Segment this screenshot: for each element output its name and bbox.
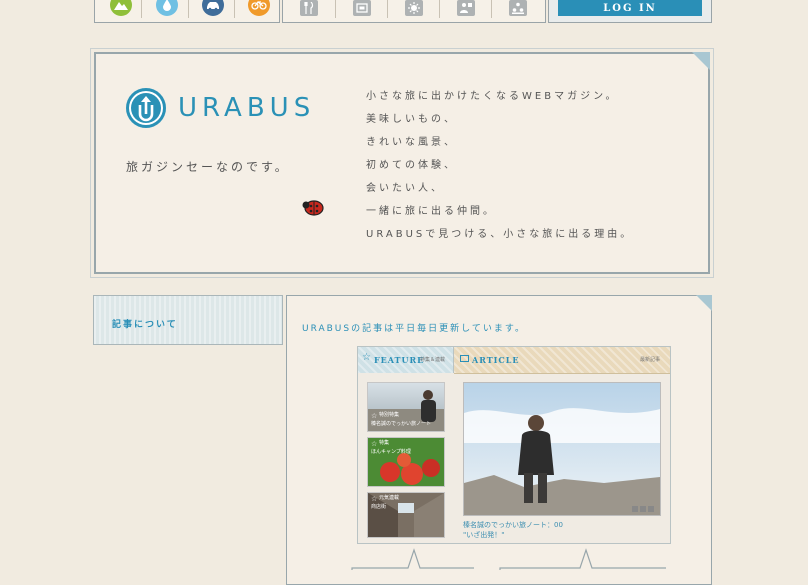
article-widget: ☆ FEATURE 特集＆連載 ARTICLE 最新記事 ☆ 特別特集 榛名誠の… <box>357 346 671 544</box>
pager-dot[interactable] <box>632 506 638 512</box>
sidebar-title[interactable]: 記事について <box>112 317 178 330</box>
document-icon <box>460 355 469 362</box>
tab-article-label: ARTICLE <box>472 355 520 365</box>
star-icon: ☆ <box>371 440 378 448</box>
hero-panel: URABUS 旅ガジンセーなのです。 小さな旅に出かけたくなるWEBマガジン。 … <box>90 48 714 278</box>
thumb-line1: 元気連載 <box>379 495 400 501</box>
car-icon[interactable] <box>202 0 224 16</box>
water-drop-icon[interactable] <box>156 0 178 16</box>
pager-dot[interactable] <box>648 506 654 512</box>
star-icon: ☆ <box>371 412 378 420</box>
pager-dot[interactable] <box>640 506 646 512</box>
tab-feature[interactable]: ☆ FEATURE 特集＆連載 <box>358 347 454 373</box>
top-nav: LOG IN <box>94 0 712 24</box>
sidebar-heading-box: 記事について <box>93 295 283 345</box>
feature-thumb[interactable]: ☆ 特集 ほんキャンプ料理 <box>367 437 445 487</box>
thumb-line2: ほんキャンプ料理 <box>371 449 411 455</box>
star-icon: ☆ <box>371 495 378 503</box>
hero-copy-line: 会いたい人、 <box>366 183 444 194</box>
category-nav <box>94 0 280 23</box>
thumb-line1: 特集 <box>379 440 390 446</box>
people-icon[interactable] <box>457 0 475 16</box>
site-logo[interactable]: URABUS <box>126 88 315 128</box>
divider <box>491 0 492 18</box>
bottom-tab-outlines <box>351 548 666 570</box>
logo-text: URABUS <box>178 93 316 123</box>
hotel-icon[interactable] <box>353 0 371 16</box>
thumb-line2: 榛名誠のでっかい旅ノート <box>371 421 432 427</box>
hero-copy-line: 小さな旅に出かけたくなるWEBマガジン。 <box>366 91 619 102</box>
thumb-line2: 商店街 <box>371 504 387 510</box>
article-photo-image <box>464 383 660 515</box>
hero-copy-line: 美味しいもの、 <box>366 114 457 125</box>
hero-copy-line: URABUSで見つける、小さな旅に出る理由。 <box>366 229 634 240</box>
thumb-line1: 特別特集 <box>379 412 400 418</box>
feature-thumb[interactable]: ☆ 元気連載 商店街 <box>367 492 445 538</box>
article-caption-title[interactable]: 榛名誠のでっかい旅ノート：00 <box>463 520 563 530</box>
restaurant-icon[interactable] <box>300 0 318 16</box>
article-caption-sub[interactable]: "いざ出発！" <box>463 530 504 540</box>
logo-mark-icon <box>126 88 166 128</box>
tab-feature-label: FEATURE <box>374 355 425 365</box>
article-photo[interactable] <box>463 382 661 516</box>
star-icon: ☆ <box>362 352 371 363</box>
login-button[interactable]: LOG IN <box>558 0 702 16</box>
hero-copy-line: きれいな風景、 <box>366 137 457 148</box>
sightseeing-icon[interactable] <box>405 0 423 16</box>
tab-article-sub[interactable]: 最新記事 <box>640 356 660 363</box>
divider <box>335 0 336 18</box>
main-title: URABUSの記事は平日毎日更新しています。 <box>302 324 526 334</box>
bicycle-icon[interactable] <box>248 0 270 16</box>
photo-pager <box>632 506 654 512</box>
tab-feature-sub: 特集＆連載 <box>420 357 446 363</box>
genre-nav <box>282 0 546 23</box>
hero-copy-line: 初めての体験、 <box>366 160 457 171</box>
feature-thumb[interactable]: ☆ 特別特集 榛名誠のでっかい旅ノート <box>367 382 445 432</box>
tab-article[interactable]: ARTICLE 最新記事 <box>454 347 670 374</box>
ladybug-icon <box>302 200 324 216</box>
community-icon[interactable] <box>509 0 527 16</box>
hero-copy-line: 一緒に旅に出る仲間。 <box>366 206 496 217</box>
divider <box>439 0 440 18</box>
main-panel: URABUSの記事は平日毎日更新しています。 ☆ FEATURE 特集＆連載 A… <box>286 295 712 585</box>
divider <box>387 0 388 18</box>
mountain-icon[interactable] <box>110 0 132 16</box>
tagline: 旅ガジンセーなのです。 <box>126 160 290 174</box>
divider <box>234 0 235 18</box>
hero-copy: 小さな旅に出かけたくなるWEBマガジン。 美味しいもの、 きれいな風景、 初めて… <box>366 90 633 251</box>
divider <box>188 0 189 18</box>
divider <box>141 0 142 18</box>
